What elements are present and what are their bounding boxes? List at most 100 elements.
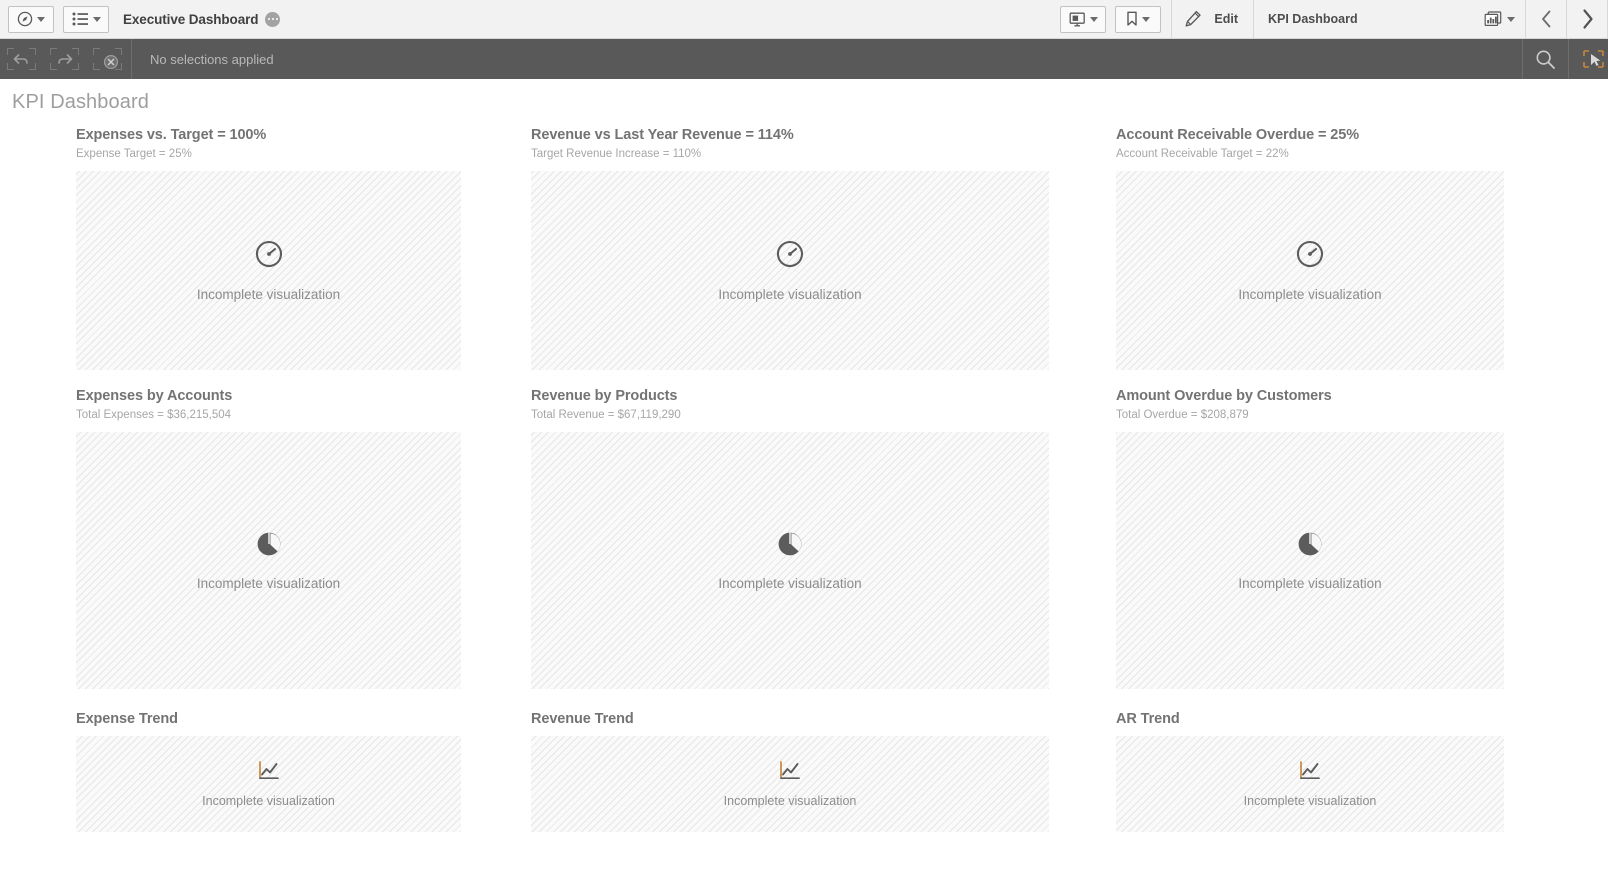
gauge-icon — [254, 239, 284, 274]
selection-status-label: No selections applied — [150, 51, 274, 67]
sheet-selector-icon-group — [1484, 11, 1515, 27]
edit-group: Edit KPI Dashboard — [1171, 0, 1608, 39]
placeholder-label: Incomplete visualization — [718, 576, 862, 591]
dashboard-column-3: Account Receivable Overdue = 25% Account… — [1116, 127, 1504, 832]
viz-title: Revenue Trend — [531, 711, 634, 727]
placeholder-label: Incomplete visualization — [202, 794, 335, 808]
viz-subtitle: Target Revenue Increase = 110% — [531, 148, 702, 160]
bookmark-icon — [1127, 11, 1138, 26]
gauge-icon — [1295, 239, 1325, 274]
line-chart-icon — [778, 760, 802, 787]
dashboard-column-2: Revenue vs Last Year Revenue = 114% Targ… — [531, 127, 1049, 832]
storytelling-icon — [1069, 12, 1085, 26]
selections-bar-divider — [131, 39, 132, 79]
viz-subtitle: Expense Target = 25% — [76, 148, 192, 160]
selections-tool-icon — [1582, 50, 1604, 68]
pencil-edit-icon — [1185, 10, 1202, 27]
step-forward-button[interactable] — [43, 39, 86, 79]
selections-tool-button[interactable] — [1568, 39, 1608, 79]
viz-title: Expense Trend — [76, 711, 178, 727]
pie-chart-icon — [776, 530, 804, 563]
sheet-thumbnail-icon — [1484, 11, 1502, 27]
viz-placeholder-pie[interactable]: Incomplete visualization — [76, 432, 461, 689]
viz-placeholder-gauge[interactable]: Incomplete visualization — [76, 171, 461, 370]
edit-button[interactable]: Edit — [1172, 0, 1254, 39]
app-info-icon[interactable] — [265, 11, 281, 27]
viz-card-ar-trend: AR Trend Incomplete visualization — [1116, 711, 1504, 832]
next-sheet-button[interactable] — [1567, 0, 1608, 39]
placeholder-label: Incomplete visualization — [1243, 794, 1377, 808]
sheet-selector[interactable]: KPI Dashboard — [1254, 0, 1526, 39]
app-title-group: Executive Dashboard — [123, 11, 281, 27]
viz-title: AR Trend — [1116, 711, 1180, 727]
dashboard-column-1: Expenses vs. Target = 100% Expense Targe… — [76, 127, 461, 832]
app-title: Executive Dashboard — [123, 11, 259, 27]
viz-placeholder-pie[interactable]: Incomplete visualization — [531, 432, 1049, 689]
placeholder-label: Incomplete visualization — [723, 794, 857, 808]
clear-selections-icon — [103, 54, 119, 69]
page-title: KPI Dashboard — [12, 91, 149, 113]
step-back-icon — [13, 54, 28, 64]
viz-placeholder-trend[interactable]: Incomplete visualization — [1116, 736, 1504, 832]
gauge-icon — [775, 239, 805, 274]
pie-chart-icon — [255, 530, 283, 563]
line-chart-icon — [257, 760, 281, 787]
selections-bar: No selections applied — [0, 39, 1608, 79]
sheet-list-icon — [72, 12, 88, 26]
viz-subtitle: Account Receivable Target = 22% — [1116, 148, 1289, 160]
viz-title: Amount Overdue by Customers — [1116, 388, 1332, 404]
viz-card-revenue-vs-last-year: Revenue vs Last Year Revenue = 114% Targ… — [531, 127, 1049, 370]
placeholder-label: Incomplete visualization — [1238, 576, 1382, 591]
chevron-right-icon — [1582, 9, 1593, 29]
chevron-down-icon — [1089, 16, 1098, 22]
clear-selections-button[interactable] — [86, 39, 129, 79]
viz-title: Expenses by Accounts — [76, 388, 233, 404]
viz-placeholder-gauge[interactable]: Incomplete visualization — [531, 171, 1049, 370]
top-navigation-right-group: Edit KPI Dashboard — [1060, 0, 1608, 39]
viz-title: Account Receivable Overdue = 25% — [1116, 127, 1360, 143]
viz-card-revenue-by-products: Revenue by Products Total Revenue = $67,… — [531, 388, 1049, 689]
viz-title: Revenue vs Last Year Revenue = 114% — [531, 127, 794, 143]
viz-title: Expenses vs. Target = 100% — [76, 127, 267, 143]
viz-placeholder-trend[interactable]: Incomplete visualization — [76, 736, 461, 832]
step-back-button[interactable] — [0, 39, 43, 79]
navigation-menu-button[interactable] — [8, 5, 54, 33]
viz-title: Revenue by Products — [531, 388, 678, 404]
viz-card-account-receivable-overdue: Account Receivable Overdue = 25% Account… — [1116, 127, 1504, 370]
chevron-down-icon — [1507, 16, 1515, 22]
placeholder-label: Incomplete visualization — [196, 576, 341, 591]
viz-subtitle: Total Overdue = $208,879 — [1116, 409, 1249, 421]
compass-icon — [17, 11, 33, 27]
viz-card-expense-trend: Expense Trend Incomplete visualization — [76, 711, 461, 832]
viz-subtitle: Total Expenses = $36,215,504 — [76, 409, 232, 421]
smart-search-button[interactable] — [1522, 39, 1568, 79]
viz-card-amount-overdue-by-customers: Amount Overdue by Customers Total Overdu… — [1116, 388, 1504, 689]
placeholder-label: Incomplete visualization — [1238, 287, 1382, 302]
chevron-down-icon — [92, 16, 101, 22]
viz-card-expenses-by-accounts: Expenses by Accounts Total Expenses = $3… — [76, 388, 461, 689]
viz-subtitle: Total Revenue = $67,119,290 — [531, 409, 681, 421]
sheet-name-label: KPI Dashboard — [1268, 12, 1358, 26]
step-forward-icon — [58, 54, 73, 64]
storytelling-button[interactable] — [1060, 5, 1107, 33]
viz-card-revenue-trend: Revenue Trend Incomplete visualization — [531, 711, 1049, 832]
line-chart-icon — [1298, 760, 1322, 787]
selections-bar-right-group — [1522, 39, 1608, 79]
viz-placeholder-gauge[interactable]: Incomplete visualization — [1116, 171, 1504, 370]
viz-card-expenses-vs-target: Expenses vs. Target = 100% Expense Targe… — [76, 127, 461, 370]
placeholder-label: Incomplete visualization — [196, 287, 341, 302]
sheet-list-button[interactable] — [63, 5, 109, 33]
pie-chart-icon — [1296, 530, 1324, 563]
search-icon — [1536, 50, 1555, 69]
placeholder-label: Incomplete visualization — [718, 287, 862, 302]
chevron-down-icon — [1142, 16, 1151, 22]
sheet-canvas: KPI Dashboard Expenses vs. Target = 100%… — [0, 79, 1608, 885]
bookmark-button[interactable] — [1115, 5, 1162, 33]
previous-sheet-button[interactable] — [1526, 0, 1567, 39]
viz-placeholder-pie[interactable]: Incomplete visualization — [1116, 432, 1504, 689]
chevron-down-icon — [37, 16, 45, 22]
viz-placeholder-trend[interactable]: Incomplete visualization — [531, 736, 1049, 832]
chevron-left-icon — [1541, 10, 1550, 28]
edit-label: Edit — [1214, 12, 1238, 26]
top-navigation-bar: Executive Dashboard Edit KPI Dashboard — [0, 0, 1608, 39]
